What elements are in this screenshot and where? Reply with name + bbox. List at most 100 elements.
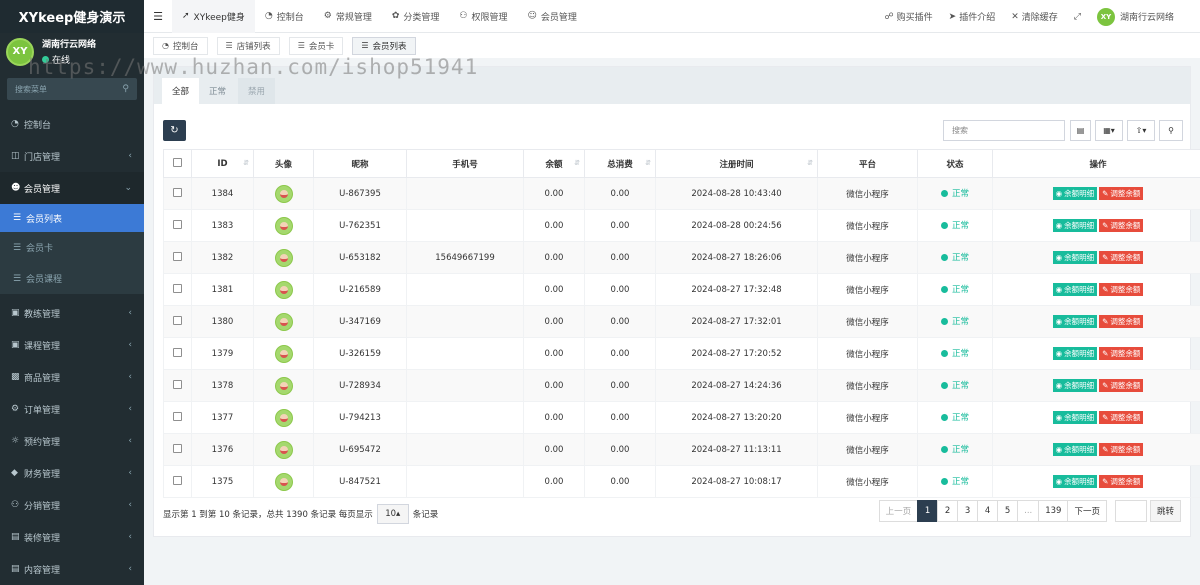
- row-checkbox[interactable]: [173, 219, 182, 229]
- adjust-balance-button[interactable]: ✎ 调整余额: [1099, 443, 1144, 456]
- col-balance[interactable]: 余额 ⇵: [523, 149, 585, 178]
- columns-button[interactable]: ▦▾: [1095, 120, 1123, 141]
- sidebar-item-decoration[interactable]: ▤ 装修管理 ‹: [0, 521, 144, 553]
- page-button-3[interactable]: 3: [957, 500, 979, 522]
- page-button-last[interactable]: 139: [1038, 500, 1069, 522]
- next-page-button[interactable]: 下一页: [1067, 500, 1107, 522]
- nav-category[interactable]: ✿ 分类管理: [382, 0, 450, 33]
- row-checkbox[interactable]: [173, 379, 182, 389]
- row-select-cell[interactable]: [163, 177, 192, 210]
- tab-member-card[interactable]: ☰ 会员卡: [288, 36, 344, 55]
- sidebar-sub-member-card[interactable]: ☰ 会员卡: [0, 232, 144, 263]
- row-select-cell[interactable]: [163, 369, 192, 402]
- adjust-balance-button[interactable]: ✎ 调整余额: [1099, 347, 1144, 360]
- col-id[interactable]: ID ⇵: [191, 149, 254, 178]
- sidebar-sub-member-courses[interactable]: ☰ 会员课程: [0, 263, 144, 294]
- balance-detail-button[interactable]: ◉ 余额明细: [1052, 251, 1098, 264]
- menu-toggle-icon[interactable]: ☰: [144, 10, 172, 23]
- member-avatar[interactable]: [274, 312, 293, 331]
- adjust-balance-button[interactable]: ✎ 调整余额: [1099, 379, 1144, 392]
- fullscreen-icon[interactable]: ⤢: [1066, 0, 1089, 33]
- row-checkbox[interactable]: [173, 315, 182, 325]
- row-checkbox[interactable]: [173, 411, 182, 421]
- balance-detail-button[interactable]: ◉ 余额明细: [1052, 219, 1098, 232]
- select-all-checkbox[interactable]: [173, 157, 182, 167]
- nav-members[interactable]: ☺ 会员管理: [518, 0, 587, 33]
- member-avatar[interactable]: [274, 280, 293, 299]
- nav-general[interactable]: ⚙ 常规管理: [314, 0, 382, 33]
- row-select-cell[interactable]: [163, 209, 192, 242]
- row-checkbox[interactable]: [173, 347, 182, 357]
- page-button-1[interactable]: 1: [917, 500, 939, 522]
- filter-tab-disabled[interactable]: 禁用: [238, 78, 276, 104]
- balance-detail-button[interactable]: ◉ 余额明细: [1052, 347, 1098, 360]
- col-register-time[interactable]: 注册时间 ⇵: [655, 149, 818, 178]
- tab-dashboard[interactable]: ◔ 控制台: [153, 36, 208, 55]
- adjust-balance-button[interactable]: ✎ 调整余额: [1099, 187, 1144, 200]
- sidebar-item-course[interactable]: ▣ 课程管理 ‹: [0, 329, 144, 361]
- member-avatar[interactable]: [274, 472, 293, 491]
- adjust-balance-button[interactable]: ✎ 调整余额: [1099, 475, 1144, 488]
- adjust-balance-button[interactable]: ✎ 调整余额: [1099, 219, 1144, 232]
- filter-tab-normal[interactable]: 正常: [199, 78, 236, 104]
- table-search-input[interactable]: 搜索: [943, 120, 1065, 141]
- export-button[interactable]: ⇧▾: [1127, 120, 1155, 141]
- balance-detail-button[interactable]: ◉ 余额明细: [1052, 283, 1098, 296]
- sidebar-item-stores[interactable]: ◫ 门店管理 ‹: [0, 140, 144, 172]
- row-select-cell[interactable]: [163, 273, 192, 306]
- balance-detail-button[interactable]: ◉ 余额明细: [1052, 187, 1098, 200]
- jump-button[interactable]: 跳转: [1149, 500, 1181, 522]
- sidebar-item-finance[interactable]: ◆ 财务管理 ‹: [0, 457, 144, 489]
- member-avatar[interactable]: [274, 440, 293, 459]
- balance-detail-button[interactable]: ◉ 余额明细: [1052, 475, 1098, 488]
- sidebar-item-coach[interactable]: ▣ 教练管理 ‹: [0, 297, 144, 329]
- member-avatar[interactable]: [274, 408, 293, 427]
- jump-page-input[interactable]: [1114, 500, 1147, 522]
- sidebar-item-goods[interactable]: ▩ 商品管理 ‹: [0, 361, 144, 393]
- sidebar-item-booking[interactable]: ☼ 预约管理 ‹: [0, 425, 144, 457]
- nav-dashboard[interactable]: ◔ 控制台: [255, 0, 314, 33]
- toggle-view-button[interactable]: ▤: [1070, 120, 1091, 141]
- clear-cache-link[interactable]: ✕ 清除缓存: [1003, 0, 1066, 33]
- advanced-search-button[interactable]: ⚲: [1159, 120, 1183, 141]
- nav-xykeep[interactable]: ➚ XYkeep健身: [172, 0, 255, 33]
- buy-plugin-link[interactable]: ☍ 购买插件: [877, 0, 941, 33]
- filter-tab-all[interactable]: 全部: [162, 78, 200, 104]
- member-avatar[interactable]: [274, 248, 293, 267]
- row-select-cell[interactable]: [163, 401, 192, 434]
- refresh-button[interactable]: ↻: [163, 120, 186, 141]
- row-select-cell[interactable]: [163, 433, 192, 466]
- page-button-5[interactable]: 5: [997, 500, 1019, 522]
- member-avatar[interactable]: [274, 216, 293, 235]
- balance-detail-button[interactable]: ◉ 余额明细: [1052, 443, 1098, 456]
- search-icon[interactable]: ⚲: [122, 84, 129, 94]
- tab-member-list[interactable]: ☰ 会员列表: [352, 36, 416, 55]
- page-button-4[interactable]: 4: [977, 500, 999, 522]
- member-avatar[interactable]: [274, 344, 293, 363]
- row-checkbox[interactable]: [173, 251, 182, 261]
- row-checkbox[interactable]: [173, 187, 182, 197]
- sidebar-item-content[interactable]: ▤ 内容管理 ‹: [0, 553, 144, 585]
- sidebar-item-members[interactable]: ☻ 会员管理 ⌄: [0, 172, 144, 204]
- col-total-spent[interactable]: 总消费 ⇵: [584, 149, 656, 178]
- balance-detail-button[interactable]: ◉ 余额明细: [1052, 315, 1098, 328]
- balance-detail-button[interactable]: ◉ 余额明细: [1052, 411, 1098, 424]
- select-all-cell[interactable]: [163, 149, 192, 178]
- sidebar-sub-member-list[interactable]: ☰ 会员列表: [0, 204, 144, 232]
- member-avatar[interactable]: [274, 376, 293, 395]
- page-button-2[interactable]: 2: [937, 500, 959, 522]
- prev-page-button[interactable]: 上一页: [878, 500, 919, 522]
- row-select-cell[interactable]: [163, 241, 192, 274]
- page-size-select[interactable]: 10 ▴: [376, 504, 409, 524]
- adjust-balance-button[interactable]: ✎ 调整余额: [1099, 283, 1144, 296]
- sidebar-item-dashboard[interactable]: ◔ 控制台: [0, 108, 144, 140]
- plugin-intro-link[interactable]: ➤ 插件介绍: [941, 0, 1004, 33]
- sidebar-item-order[interactable]: ⚙ 订单管理 ‹: [0, 393, 144, 425]
- row-checkbox[interactable]: [173, 283, 182, 293]
- adjust-balance-button[interactable]: ✎ 调整余额: [1099, 251, 1144, 264]
- app-brand[interactable]: XYkeep健身演示: [0, 0, 144, 33]
- nav-auth[interactable]: ⚇ 权限管理: [449, 0, 517, 33]
- row-select-cell[interactable]: [163, 337, 192, 370]
- sidebar-item-distribution[interactable]: ⚇ 分销管理 ‹: [0, 489, 144, 521]
- row-checkbox[interactable]: [173, 443, 182, 453]
